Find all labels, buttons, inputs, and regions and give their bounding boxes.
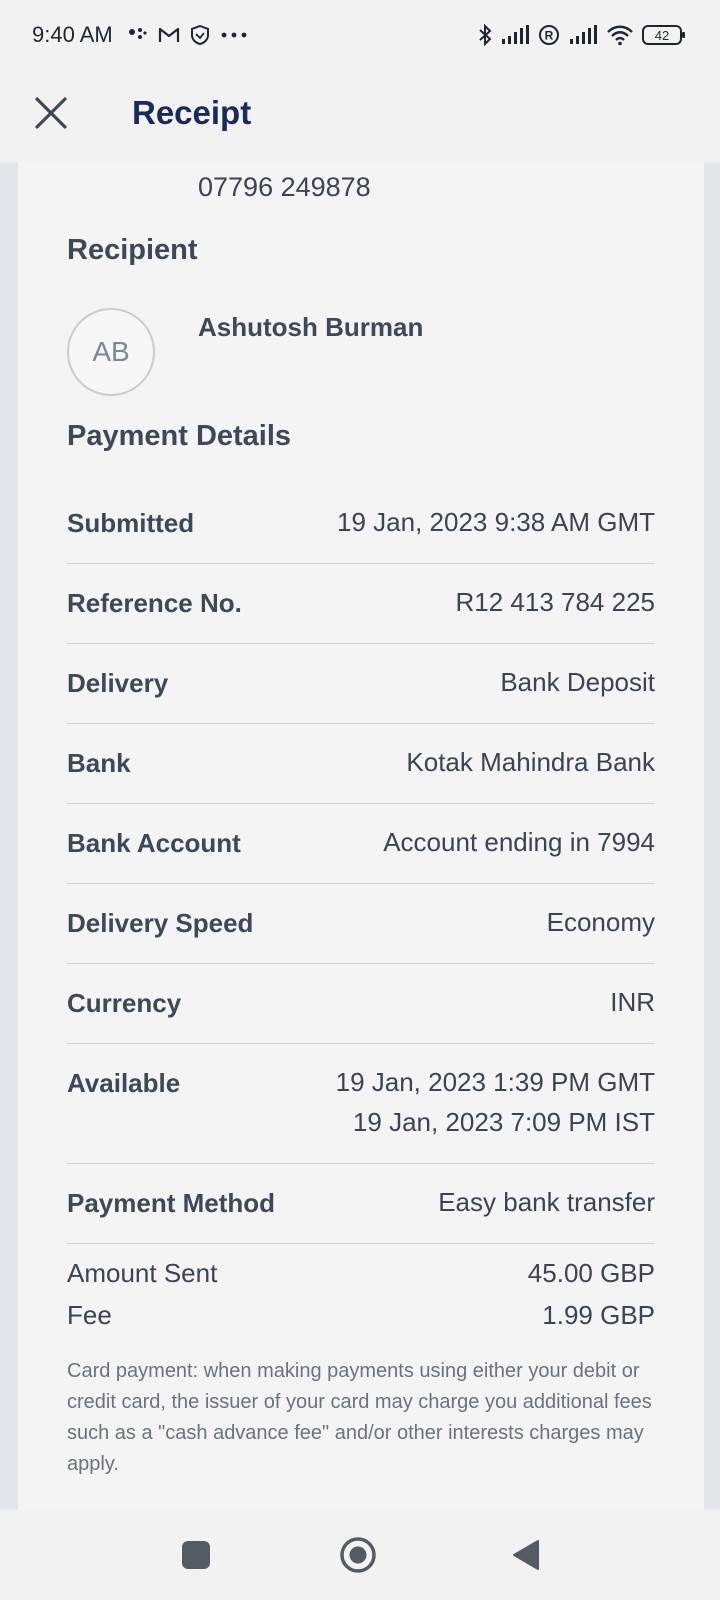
detail-row-submitted: Submitted 19 Jan, 2023 9:38 AM GMT <box>67 484 655 564</box>
app-header: Receipt <box>0 70 720 162</box>
close-icon[interactable] <box>30 92 72 134</box>
detail-label: Bank Account <box>67 828 241 858</box>
payment-details-list: Submitted 19 Jan, 2023 9:38 AM GMT Refer… <box>67 484 655 1244</box>
bluetooth-icon <box>478 24 492 46</box>
detail-value: 19 Jan, 2023 1:39 PM GMT 19 Jan, 2023 7:… <box>336 1062 655 1142</box>
detail-row-currency: Currency INR <box>67 964 655 1044</box>
available-gmt: 19 Jan, 2023 1:39 PM GMT <box>335 1067 655 1097</box>
amount-sent-row: Amount Sent 45.00 GBP <box>67 1258 655 1289</box>
wifi-icon <box>606 24 634 46</box>
detail-value: 19 Jan, 2023 9:38 AM GMT <box>337 507 655 537</box>
detail-label: Available <box>67 1068 181 1098</box>
status-bar: 9:40 AM R 42 <box>0 0 720 70</box>
system-icons: R 42 <box>478 22 685 48</box>
detail-value: Kotak Mahindra Bank <box>406 747 655 777</box>
detail-row-available: Available 19 Jan, 2023 1:39 PM GMT 19 Ja… <box>67 1044 655 1164</box>
fee-value: 1.99 GBP <box>542 1300 655 1330</box>
detail-value: INR <box>610 987 655 1017</box>
detail-row-delivery: Delivery Bank Deposit <box>67 644 655 724</box>
back-button[interactable] <box>498 1510 554 1600</box>
detail-label: Submitted <box>67 508 195 538</box>
home-button[interactable] <box>330 1510 386 1600</box>
roaming-icon: R <box>538 24 560 46</box>
detail-row-reference: Reference No. R12 413 784 225 <box>67 564 655 644</box>
detail-value: Account ending in 7994 <box>383 827 655 857</box>
recents-icon <box>182 1541 210 1569</box>
amount-sent-value: 45.00 GBP <box>527 1258 655 1288</box>
detail-value: R12 413 784 225 <box>455 587 655 617</box>
signal-icon-1 <box>500 25 530 45</box>
receipt-scroll-area[interactable]: 07796 249878 Recipient AB Ashutosh Burma… <box>18 162 704 1510</box>
fee-label: Fee <box>67 1300 112 1330</box>
detail-value: Economy <box>546 907 655 937</box>
home-icon <box>340 1537 376 1573</box>
detail-row-payment-method: Payment Method Easy bank transfer <box>67 1164 655 1244</box>
svg-text:R: R <box>545 29 554 43</box>
right-gutter <box>704 162 720 1510</box>
back-icon <box>513 1540 539 1570</box>
card-payment-disclaimer: Card payment: when making payments using… <box>67 1360 652 1475</box>
payment-details-title: Payment Details <box>67 420 292 452</box>
detail-value: Easy bank transfer <box>438 1187 655 1217</box>
available-ist: 19 Jan, 2023 7:09 PM IST <box>352 1107 655 1137</box>
amount-sent-label: Amount Sent <box>67 1258 218 1288</box>
fee-row: Fee 1.99 GBP <box>67 1300 655 1331</box>
avatar: AB <box>67 308 155 396</box>
detail-label: Delivery <box>67 668 169 698</box>
recents-button[interactable] <box>168 1510 224 1600</box>
battery-icon: 42 <box>642 25 685 45</box>
left-gutter <box>0 162 18 1510</box>
detail-label: Delivery Speed <box>67 908 254 938</box>
detail-row-bank: Bank Kotak Mahindra Bank <box>67 724 655 804</box>
page-title: Receipt <box>132 94 252 131</box>
shield-app-icon <box>190 25 210 45</box>
status-time: 9:40 AM <box>32 22 113 47</box>
system-nav-bar <box>0 1510 720 1600</box>
signal-icon-2 <box>568 25 598 45</box>
notification-icons <box>128 22 248 48</box>
detail-label: Payment Method <box>67 1188 276 1218</box>
sender-phone: 07796 249878 <box>198 172 371 202</box>
detail-value: Bank Deposit <box>500 667 655 697</box>
detail-label: Currency <box>67 988 182 1018</box>
detail-label: Reference No. <box>67 588 242 618</box>
gmail-icon <box>158 26 180 44</box>
recipient-section-title: Recipient <box>67 234 198 266</box>
more-notifications-icon <box>220 31 248 39</box>
recipient-name: Ashutosh Burman <box>198 312 424 342</box>
detail-row-delivery-speed: Delivery Speed Economy <box>67 884 655 964</box>
dots-app-icon <box>128 27 148 43</box>
detail-label: Bank <box>67 748 131 778</box>
detail-row-bank-account: Bank Account Account ending in 7994 <box>67 804 655 884</box>
